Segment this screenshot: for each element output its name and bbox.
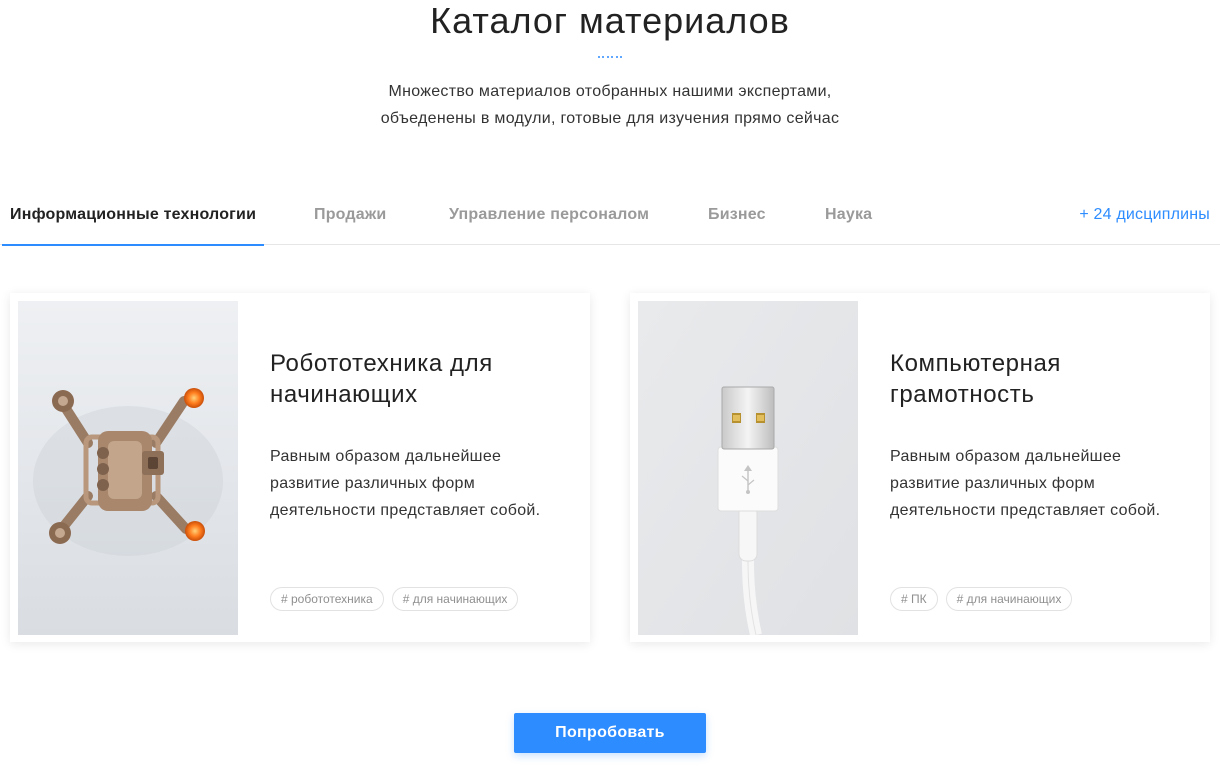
card-description: Равным образом дальнейшее развитие разли… bbox=[890, 448, 1161, 519]
drone-image bbox=[18, 301, 238, 635]
tab-it[interactable]: Информационные технологии bbox=[1, 190, 265, 246]
card-tags: # ПК # для начинающих bbox=[890, 587, 1073, 611]
subtitle-line: Множество материалов отобранных нашими э… bbox=[388, 83, 832, 100]
tab-sales[interactable]: Продажи bbox=[314, 190, 386, 245]
card-title[interactable]: Робототехника для начинающих bbox=[270, 348, 570, 410]
tab-hr[interactable]: Управление персоналом bbox=[449, 190, 649, 245]
tag-beginners[interactable]: # для начинающих bbox=[391, 587, 519, 611]
card-tags: # робототехника # для начинающих bbox=[270, 587, 519, 611]
course-card-computer-literacy[interactable]: Компьютерная грамотность Равным образом … bbox=[630, 293, 1210, 642]
try-button[interactable]: Попробовать bbox=[514, 713, 706, 753]
tag-robotics[interactable]: # робототехника bbox=[270, 587, 384, 611]
card-description: Равным образом дальнейшее развитие разли… bbox=[270, 448, 541, 519]
tab-business[interactable]: Бизнес bbox=[708, 190, 766, 245]
page-subtitle: Множество материалов отобранных нашими э… bbox=[0, 78, 1220, 132]
tag-beginners[interactable]: # для начинающих bbox=[945, 587, 1073, 611]
subtitle-line: объеденены в модули, готовые для изучени… bbox=[380, 110, 840, 127]
page-title: Каталог материалов bbox=[430, 0, 790, 41]
tag-pc[interactable]: # ПК bbox=[890, 587, 938, 611]
title-dots-divider bbox=[598, 56, 622, 60]
course-card-robotics[interactable]: Робототехника для начинающих Равным обра… bbox=[10, 293, 590, 642]
tab-science[interactable]: Наука bbox=[825, 190, 872, 245]
card-title[interactable]: Компьютерная грамотность bbox=[890, 348, 1190, 410]
usb-cable-image bbox=[638, 301, 858, 635]
category-tabs: Информационные технологии Продажи Управл… bbox=[0, 190, 1220, 246]
more-disciplines-link[interactable]: + 24 дисциплины bbox=[1079, 190, 1210, 245]
